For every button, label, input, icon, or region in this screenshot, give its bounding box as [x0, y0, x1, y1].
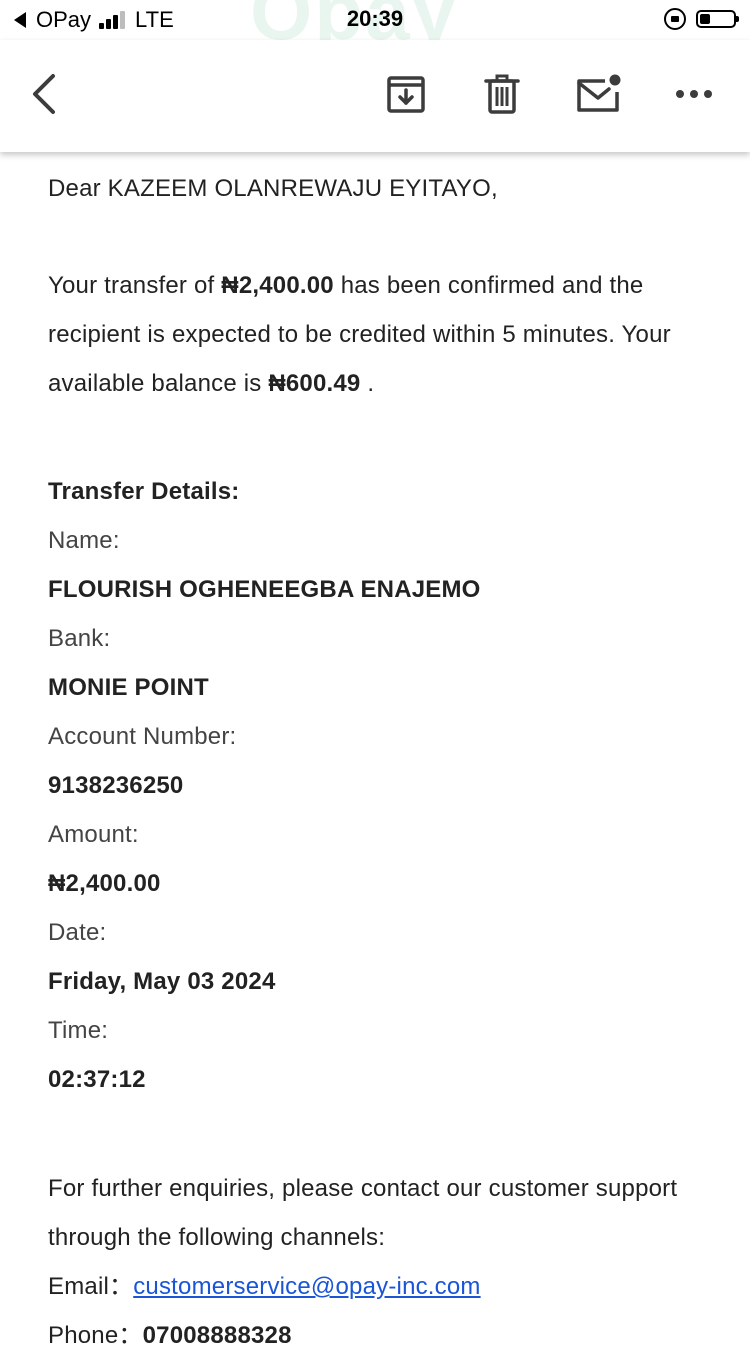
mark-unread-button[interactable]: [574, 70, 622, 118]
back-button[interactable]: [20, 70, 68, 118]
bank-label: Bank:: [48, 625, 111, 652]
support-phone-number[interactable]: 07008888328: [143, 1322, 292, 1349]
trash-icon: [484, 74, 520, 114]
time-label: Time:: [48, 1017, 109, 1044]
archive-icon: [387, 76, 425, 113]
mail-unread-icon: [577, 74, 621, 112]
more-horizontal-icon: [676, 90, 712, 98]
email-toolbar: [0, 40, 750, 152]
date-value: Friday, May 03 2024: [48, 968, 276, 995]
name-value: FLOURISH OGHENEEGBA ENAJEMO: [48, 576, 481, 603]
status-bar: Opay OPay LTE 20:39: [0, 0, 750, 56]
account-number-label: Account Number:: [48, 723, 237, 750]
amount-value: ₦2,400.00: [48, 870, 161, 897]
email-label: Email：: [48, 1273, 134, 1300]
enquiry-text: For further enquiries, please contact ou…: [48, 1175, 678, 1251]
email-contact-row: Email：customerservice@opay-inc.com: [48, 1262, 708, 1311]
transfer-amount: ₦2,400.00: [221, 272, 334, 299]
account-number-value: 9138236250: [48, 772, 184, 799]
greeting: Dear KAZEEM OLANREWAJU EYITAYO,: [48, 175, 498, 202]
battery-level-fill: [700, 14, 710, 24]
status-time: 20:39: [346, 6, 404, 31]
status-right: [664, 8, 739, 30]
bank-value: MONIE POINT: [48, 674, 209, 701]
intro-text-3: .: [360, 370, 375, 397]
more-options-button[interactable]: [670, 70, 718, 118]
email-body: Dear KAZEEM OLANREWAJU EYITAYO, Your tra…: [48, 152, 708, 1360]
chevron-left-icon: [33, 74, 55, 114]
intro-text-1: Your transfer of: [48, 272, 222, 299]
rotation-lock-icon: [664, 8, 686, 30]
transfer-intro: Your transfer of ₦2,400.00 has been conf…: [48, 261, 708, 408]
available-balance: ₦600.49: [268, 370, 361, 397]
transfer-details-title: Transfer Details:: [48, 478, 240, 505]
support-email-link[interactable]: customerservice@opay-inc.com: [133, 1273, 480, 1300]
date-label: Date:: [48, 919, 107, 946]
phone-contact-row: Phone：07008888328: [48, 1311, 708, 1360]
name-label: Name:: [48, 527, 120, 554]
delete-button[interactable]: [478, 70, 526, 118]
archive-button[interactable]: [382, 70, 430, 118]
phone-label: Phone：: [48, 1322, 143, 1349]
battery-icon: [696, 10, 739, 28]
amount-label: Amount:: [48, 821, 139, 848]
time-value: 02:37:12: [48, 1066, 146, 1093]
